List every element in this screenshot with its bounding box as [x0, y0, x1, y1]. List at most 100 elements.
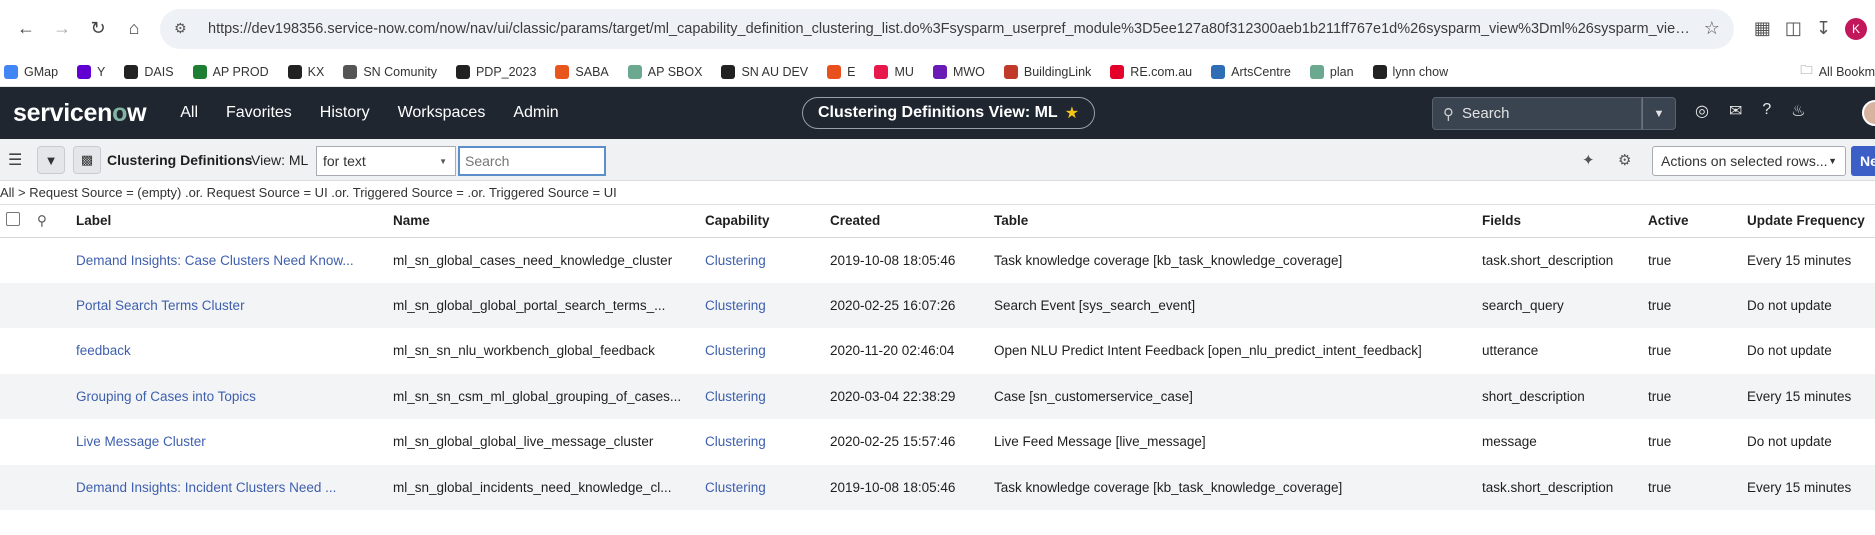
table-row[interactable]: Demand Insights: Incident Clusters Need …	[0, 464, 1875, 510]
m-icon	[874, 64, 889, 79]
cell-label[interactable]: Portal Search Terms Cluster	[70, 282, 387, 328]
row-select-cell[interactable]	[0, 328, 31, 374]
cell-table: Task knowledge coverage [kb_task_knowled…	[994, 252, 1343, 268]
servicenow-logo[interactable]: servicenow	[13, 99, 147, 128]
menu-admin[interactable]: Admin	[513, 104, 558, 122]
back-icon[interactable]: ←	[8, 11, 44, 47]
list-title: Clustering Definitions	[107, 152, 253, 168]
cell-capability[interactable]: Clustering	[699, 282, 824, 328]
bookmark-item[interactable]: AP PROD	[192, 64, 269, 79]
column-header-created[interactable]: Created	[824, 205, 988, 238]
favorite-star-icon[interactable]: ★	[1065, 103, 1079, 123]
column-header-table[interactable]: Table	[988, 205, 1476, 238]
select-all-checkbox[interactable]	[6, 212, 20, 227]
actions-select[interactable]: Actions on selected rows... ▼	[1652, 146, 1846, 176]
re-icon	[1110, 64, 1125, 79]
cell-label[interactable]: feedback	[70, 328, 387, 374]
bookmark-item[interactable]: GMap	[4, 64, 58, 79]
home-icon[interactable]: ⌂	[116, 11, 152, 47]
notification-bell-icon[interactable]: ♨	[1791, 101, 1805, 121]
column-header-fields[interactable]: Fields	[1476, 205, 1642, 238]
chat-icon[interactable]: ✉	[1729, 101, 1742, 121]
d-icon	[124, 64, 139, 79]
bookmark-item[interactable]: Y	[77, 64, 105, 79]
menu-all[interactable]: All	[180, 104, 198, 122]
url-text: https://dev198356.service-now.com/now/na…	[208, 20, 1694, 37]
cell-capability[interactable]: Clustering	[699, 419, 824, 465]
cell-created: 2020-03-04 22:38:29	[824, 373, 988, 419]
bookmark-item[interactable]: ArtsCentre	[1211, 64, 1291, 79]
comment-toggle-icon[interactable]: ▩	[73, 146, 101, 174]
cell-capability[interactable]: Clustering	[699, 237, 824, 283]
reload-icon[interactable]: ↻	[80, 11, 116, 47]
table-row[interactable]: Live Message Cluster ml_sn_global_global_…	[0, 419, 1875, 465]
extensions-icon[interactable]: ▦	[1754, 18, 1771, 39]
bookmark-item[interactable]: SABA	[555, 64, 609, 79]
row-select-cell[interactable]	[0, 464, 31, 510]
new-button[interactable]: Ne	[1851, 146, 1875, 176]
bookmark-item[interactable]: DAIS	[124, 64, 174, 79]
column-header-label[interactable]: Label	[70, 205, 387, 238]
address-bar[interactable]: ⚙ https://dev198356.service-now.com/now/…	[160, 8, 1734, 49]
context-title-pill[interactable]: Clustering Definitions View: ML ★	[802, 97, 1095, 129]
download-icon[interactable]: ↧	[1816, 18, 1831, 39]
cell-capability[interactable]: Clustering	[699, 373, 824, 419]
bookmark-item[interactable]: SN Comunity	[343, 64, 437, 79]
filter-icon[interactable]: ▼	[37, 146, 65, 174]
column-header-active[interactable]: Active	[1642, 205, 1741, 238]
menu-history[interactable]: History	[320, 104, 370, 122]
cell-label[interactable]: Grouping of Cases into Topics	[70, 373, 387, 419]
help-icon[interactable]: ?	[1762, 101, 1771, 121]
list-search-input[interactable]	[458, 146, 606, 176]
cell-capability[interactable]: Clustering	[699, 464, 824, 510]
row-select-cell[interactable]	[0, 419, 31, 465]
search-field-select[interactable]: for text ▼	[316, 146, 456, 176]
row-select-cell[interactable]	[0, 373, 31, 419]
row-select-cell[interactable]	[0, 237, 31, 283]
cell-name: ml_sn_global_incidents_need_knowledge_cl…	[387, 464, 699, 510]
user-avatar[interactable]	[1862, 100, 1875, 126]
cell-created: 2020-02-25 15:57:46	[830, 434, 956, 450]
table-row[interactable]: Grouping of Cases into Topics ml_sn_sn_cs…	[0, 373, 1875, 419]
forward-icon[interactable]: →	[44, 11, 80, 47]
table-row[interactable]: Demand Insights: Case Clusters Need Know…	[0, 237, 1875, 283]
cell-label[interactable]: Demand Insights: Incident Clusters Need …	[70, 464, 387, 510]
table-row[interactable]: Portal Search Terms Cluster ml_sn_global_…	[0, 282, 1875, 328]
bookmark-item[interactable]: BuildingLink	[1003, 64, 1091, 79]
hamburger-menu-icon[interactable]: ☰	[8, 150, 22, 170]
bookmark-item[interactable]: E	[827, 64, 855, 79]
bookmark-item[interactable]: PDP_2023	[455, 64, 536, 79]
menu-favorites[interactable]: Favorites	[226, 104, 292, 122]
cell-capability[interactable]: Clustering	[699, 328, 824, 374]
bookmark-item[interactable]: KX	[287, 64, 324, 79]
bookmark-item[interactable]: plan	[1309, 64, 1354, 79]
global-search-input[interactable]: ⚲ Search	[1432, 97, 1642, 130]
cell-label[interactable]: Demand Insights: Case Clusters Need Know…	[70, 237, 387, 283]
search-scope-dropdown[interactable]: ▼	[1642, 97, 1676, 130]
bookmark-item[interactable]: MWO	[932, 64, 985, 79]
column-search-icon[interactable]: ⚲	[31, 205, 70, 238]
bookmark-item[interactable]: MU	[874, 64, 914, 79]
bookmark-item[interactable]: lynn chow	[1372, 64, 1448, 79]
select-all-checkbox-cell[interactable]	[0, 205, 31, 238]
breadcrumb[interactable]: All > Request Source = (empty) .or. Requ…	[0, 181, 1875, 205]
bookmark-item[interactable]: RE.com.au	[1110, 64, 1192, 79]
row-select-cell[interactable]	[0, 282, 31, 328]
column-header-update-frequency[interactable]: Update Frequency	[1741, 205, 1875, 238]
spark-icon[interactable]: ✦	[1582, 151, 1595, 169]
column-header-name[interactable]: Name	[387, 205, 699, 238]
globe-icon[interactable]: ◎	[1695, 101, 1709, 121]
chevron-down-icon: ▼	[439, 156, 447, 166]
bookmark-item[interactable]: SN AU DEV	[721, 64, 808, 79]
bookmark-star-icon[interactable]: ☆	[1704, 18, 1720, 39]
sidepanel-icon[interactable]: ◫	[1785, 18, 1802, 39]
all-bookmarks-folder[interactable]: 🗀 All Bookm	[1800, 61, 1875, 82]
table-row[interactable]: feedback ml_sn_sn_nlu_workbench_global_fe…	[0, 328, 1875, 374]
cell-label[interactable]: Live Message Cluster	[70, 419, 387, 465]
profile-avatar[interactable]: K	[1845, 17, 1867, 40]
column-header-capability[interactable]: Capability	[699, 205, 824, 238]
site-info-icon[interactable]: ⚙	[174, 20, 200, 37]
bookmark-item[interactable]: AP SBOX	[627, 64, 702, 79]
menu-workspaces[interactable]: Workspaces	[398, 104, 486, 122]
gear-icon[interactable]: ⚙	[1618, 151, 1631, 169]
